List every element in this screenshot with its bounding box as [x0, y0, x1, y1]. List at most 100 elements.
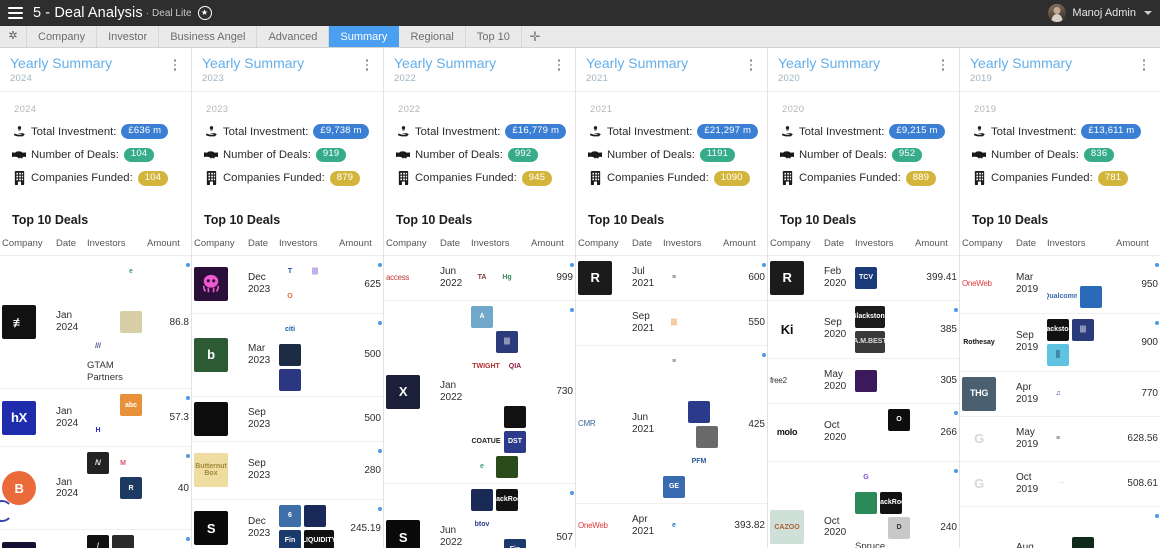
column-header-investors[interactable]: Investors: [1045, 234, 1114, 256]
deal-marker-dot[interactable]: [954, 307, 958, 312]
column-header-date[interactable]: Date: [438, 234, 469, 256]
column-header-date[interactable]: Date: [1014, 234, 1045, 256]
cell-company[interactable]: OneWeb: [576, 503, 630, 548]
column-header-amount[interactable]: Amount: [913, 234, 959, 256]
table-row[interactable]: OneWeb Apr 2021 e 393.82: [576, 503, 767, 548]
column-menu-button[interactable]: [169, 56, 181, 71]
table-row[interactable]: S Dec2023 6 Fin LIQUIDITY 245.19: [192, 499, 383, 548]
cell-company[interactable]: G: [960, 416, 1014, 462]
deal-marker-dot[interactable]: [186, 396, 190, 401]
column-body[interactable]: 2019 Total Investment: £13,611 m Number of …: [960, 92, 1160, 548]
cell-company[interactable]: C: [0, 529, 54, 548]
cell-company[interactable]: THG: [960, 371, 1014, 417]
table-row[interactable]: R Feb 2020 TCV 399.41: [768, 255, 959, 301]
table-row[interactable]: R Jul 2021 ≡ 600: [576, 255, 767, 301]
tab-top-10[interactable]: Top 10: [466, 26, 522, 47]
table-row[interactable]: C Jan2024/⣿35: [0, 529, 191, 548]
deal-marker-dot[interactable]: [186, 454, 190, 459]
cell-company[interactable]: Rothesay: [960, 313, 1014, 372]
cell-company[interactable]: [576, 300, 630, 346]
tab-regional[interactable]: Regional: [399, 26, 466, 47]
table-row[interactable]: CAZOO Oct2020 G BlackRock D Spruce House Inve…: [768, 461, 959, 548]
cell-company[interactable]: hX: [0, 388, 54, 448]
column-header-investors[interactable]: Investors: [853, 234, 913, 256]
table-row[interactable]: SJun2022BlackRockbtovFinS507: [384, 483, 575, 548]
table-row[interactable]: Sep 2023 500: [192, 396, 383, 442]
table-row[interactable]: RothesaySep2019Blackstone|||⣿900: [960, 313, 1160, 372]
table-row[interactable]: ≢ Jan 2024 e /// GTAM Partners 86.8: [0, 255, 191, 390]
column-header-investors[interactable]: Investors: [469, 234, 529, 256]
column-header-amount[interactable]: Amount: [145, 234, 191, 256]
cell-company[interactable]: Ki: [768, 300, 822, 359]
table-row[interactable]: OneWebMar2019Qualcomm950: [960, 255, 1160, 314]
column-menu-button[interactable]: [745, 56, 757, 71]
column-header-date[interactable]: Date: [54, 234, 85, 256]
column-header-date[interactable]: Date: [630, 234, 661, 256]
column-header-company[interactable]: Company: [192, 234, 246, 256]
cell-company[interactable]: R: [768, 255, 822, 301]
table-row[interactable]: b Mar 2023 citi 500: [192, 313, 383, 397]
column-header-investors[interactable]: Investors: [85, 234, 145, 256]
table-row[interactable]: G May 2019 ≡ 628.56: [960, 416, 1160, 462]
cell-company[interactable]: [192, 255, 246, 314]
cell-company[interactable]: S: [384, 483, 438, 548]
cell-company[interactable]: CMR: [576, 345, 630, 504]
column-header-date[interactable]: Date: [246, 234, 277, 256]
column-header-company[interactable]: Company: [960, 234, 1014, 256]
cell-company[interactable]: access: [384, 255, 438, 301]
table-row[interactable]: molo Oct 2020 O 266: [768, 403, 959, 462]
column-body[interactable]: 2023 Total Investment: £9,738 m Number of D…: [192, 92, 383, 548]
cell-company[interactable]: ≢: [0, 255, 54, 390]
hamburger-menu-icon[interactable]: [8, 7, 23, 19]
table-row[interactable]: free2 May 2020 305: [768, 358, 959, 404]
deal-marker-dot[interactable]: [1155, 262, 1159, 267]
deal-marker-dot[interactable]: [378, 506, 382, 511]
column-body[interactable]: 2024 Total Investment: £636 m Number of Dea…: [0, 92, 191, 548]
deal-marker-dot[interactable]: [378, 448, 382, 453]
cell-company[interactable]: OneWeb: [960, 255, 1014, 314]
column-body[interactable]: 2020 Total Investment: £9,215 m Number of D…: [768, 92, 959, 548]
table-row[interactable]: G Oct 2019 — 508.61: [960, 461, 1160, 507]
column-menu-button[interactable]: [937, 56, 949, 71]
cell-company[interactable]: free2: [768, 358, 822, 404]
deal-marker-dot[interactable]: [570, 262, 574, 267]
cell-company[interactable]: [192, 396, 246, 442]
column-header-company[interactable]: Company: [576, 234, 630, 256]
deal-marker-dot[interactable]: [186, 262, 190, 267]
column-header-amount[interactable]: Amount: [337, 234, 383, 256]
tab-business-angel[interactable]: Business Angel: [159, 26, 258, 47]
table-row[interactable]: KiSep2020BlackstoneA.M.BEST385: [768, 300, 959, 359]
table-row[interactable]: ♥ Aug2019PIF (Public Investment Fund)452.…: [960, 506, 1160, 548]
settings-gear-button[interactable]: ✲: [0, 26, 27, 47]
add-tab-button[interactable]: ✛: [522, 26, 548, 47]
tab-company[interactable]: Company: [27, 26, 98, 47]
deal-marker-dot[interactable]: [762, 262, 766, 267]
column-body[interactable]: 2021 Total Investment: £21,297 m Number of …: [576, 92, 767, 548]
cell-company[interactable]: Butternut Box: [192, 441, 246, 500]
tab-advanced[interactable]: Advanced: [257, 26, 330, 47]
table-row[interactable]: access Jun 2022 TA Hg 999: [384, 255, 575, 301]
deal-marker-dot[interactable]: [1155, 513, 1159, 518]
deal-marker-dot[interactable]: [954, 468, 958, 473]
table-row[interactable]: hX Jan 2024 abc H 57.3: [0, 388, 191, 448]
cell-company[interactable]: b: [192, 313, 246, 397]
column-header-investors[interactable]: Investors: [661, 234, 721, 256]
cell-company[interactable]: CAZOO: [768, 461, 822, 548]
tab-investor[interactable]: Investor: [97, 26, 160, 47]
column-header-amount[interactable]: Amount: [1114, 234, 1160, 256]
column-header-company[interactable]: Company: [768, 234, 822, 256]
column-header-investors[interactable]: Investors: [277, 234, 337, 256]
table-row[interactable]: CMR Jun 2021 ≡ PFM GE 425: [576, 345, 767, 504]
table-row[interactable]: THG Apr 2019 ♫ 770: [960, 371, 1160, 417]
cell-company[interactable]: S: [192, 499, 246, 548]
chevron-down-icon[interactable]: [1144, 11, 1152, 15]
column-header-company[interactable]: Company: [384, 234, 438, 256]
table-row[interactable]: Dec 2023 T ||| O 625: [192, 255, 383, 314]
tab-summary[interactable]: Summary: [329, 26, 400, 47]
table-row[interactable]: Butternut Box Sep 2023 280: [192, 441, 383, 500]
column-header-amount[interactable]: Amount: [721, 234, 767, 256]
deal-marker-dot[interactable]: [762, 352, 766, 357]
column-header-date[interactable]: Date: [822, 234, 853, 256]
table-row[interactable]: X Jan 2022 A ||| TWIGHT QIA COATUE DST e 730: [384, 300, 575, 484]
deal-marker-dot[interactable]: [1155, 320, 1159, 325]
